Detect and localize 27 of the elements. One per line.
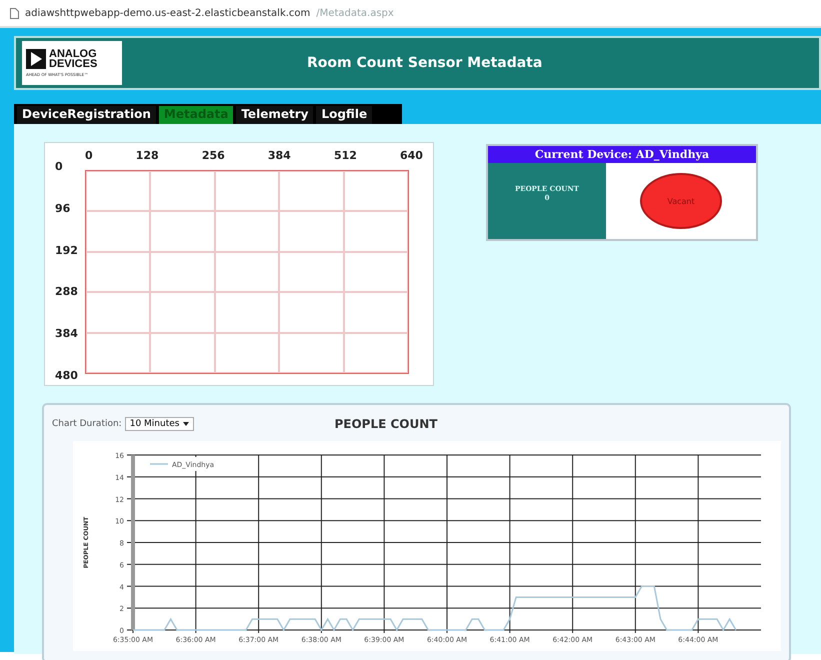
axis-label: 192 <box>55 244 79 257</box>
axis-label: 640 <box>400 149 423 162</box>
logo-word: ANALOG <box>49 49 98 59</box>
duration-dropdown[interactable]: 10 Minutes <box>124 417 194 431</box>
status-indicator: Vacant <box>640 173 722 229</box>
device-title: Current Device: AD_Vindhya <box>488 146 756 163</box>
chart-title: PEOPLE COUNT <box>334 417 438 431</box>
nav-tab[interactable]: Logfile <box>316 106 372 124</box>
url-host: adiawshttpwebapp-demo.us-east-2.elasticbeanstalk.com <box>25 8 310 18</box>
axis-label: 384 <box>55 327 79 340</box>
axis-label: 0 <box>55 160 64 173</box>
axis-label: 288 <box>55 285 79 298</box>
page-title: Room Count Sensor Metadata <box>307 55 542 71</box>
axis-label: 512 <box>334 149 357 162</box>
axis-label: 128 <box>136 149 159 162</box>
axis-label: 0 <box>85 149 93 162</box>
url-path: /Metadata.aspx <box>316 8 394 18</box>
axis-label: 256 <box>202 149 225 162</box>
caret-icon <box>183 422 190 426</box>
page-icon <box>10 8 19 18</box>
logo-word: DEVICES <box>49 59 98 69</box>
duration-label: Chart Duration: <box>52 419 122 429</box>
nav-tab[interactable]: Telemetry <box>236 106 314 124</box>
axis-label: 96 <box>55 202 72 215</box>
axis-label: 384 <box>268 149 291 162</box>
axis-label: 480 <box>55 368 79 382</box>
nav-tab[interactable]: DeviceRegistration <box>17 106 156 124</box>
